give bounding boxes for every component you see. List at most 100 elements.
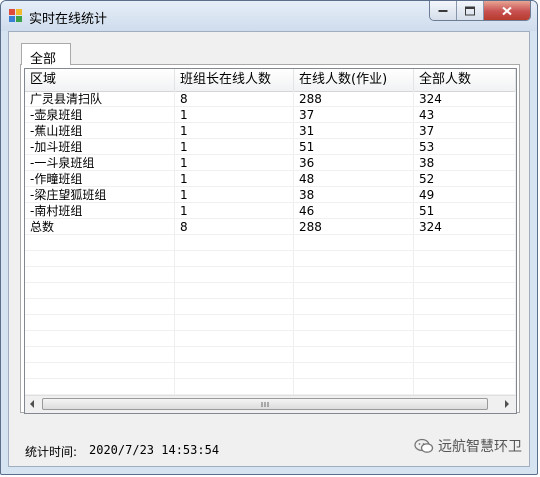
table-row[interactable]: -加斗班组 1 51 53: [25, 139, 516, 155]
column-header-online-working[interactable]: 在线人数(作业): [294, 69, 414, 91]
table-cell: 1: [175, 107, 294, 123]
empty-row: [25, 379, 516, 395]
table-cell: [414, 379, 516, 395]
table-row[interactable]: -南村班组 1 46 51: [25, 203, 516, 219]
table-cell: [414, 235, 516, 251]
stat-time-label: 统计时间:: [25, 445, 78, 459]
table-row[interactable]: -作疃班组 1 48 52: [25, 171, 516, 187]
column-header-region[interactable]: 区域: [25, 69, 175, 91]
table-cell: 1: [175, 155, 294, 171]
empty-row: [25, 235, 516, 251]
empty-row: [25, 331, 516, 347]
table-cell: 324: [414, 91, 516, 107]
table-cell: 1: [175, 171, 294, 187]
table-cell: 51: [414, 203, 516, 219]
table-row[interactable]: -梁庄望狐班组 1 38 49: [25, 187, 516, 203]
table-cell: [294, 283, 414, 299]
chevron-left-icon: [30, 400, 34, 408]
table-cell: [175, 379, 294, 395]
scroll-thumb[interactable]: [42, 398, 488, 410]
table-cell: [414, 299, 516, 315]
minimize-button[interactable]: [430, 1, 457, 20]
table-cell: -南村班组: [25, 203, 175, 219]
table-cell: [414, 347, 516, 363]
table-cell: 广灵县清扫队: [25, 91, 175, 107]
column-header-total[interactable]: 全部人数: [414, 69, 516, 91]
scroll-left-button[interactable]: [25, 396, 42, 413]
table-cell: 1: [175, 139, 294, 155]
table-cell: 8: [175, 219, 294, 235]
maximize-button[interactable]: [457, 1, 484, 20]
chevron-right-icon: [505, 400, 509, 408]
table-row[interactable]: -蕉山班组 1 31 37: [25, 123, 516, 139]
table-cell: 38: [294, 187, 414, 203]
tab-all[interactable]: 全部: [21, 43, 71, 67]
table-cell: [25, 283, 175, 299]
table-cell: [294, 315, 414, 331]
horizontal-scrollbar[interactable]: [25, 395, 516, 413]
table-cell: [25, 331, 175, 347]
window-title: 实时在线统计: [29, 12, 108, 27]
empty-row: [25, 283, 516, 299]
stats-grid: 区域 班组长在线人数 在线人数(作业) 全部人数 广灵县清扫队 8 288 324 -壶…: [24, 68, 517, 414]
table-cell: [414, 363, 516, 379]
table-cell: 46: [294, 203, 414, 219]
maximize-icon: [465, 6, 475, 15]
minimize-icon: [438, 9, 448, 12]
table-cell: [294, 267, 414, 283]
grid-body: 广灵县清扫队 8 288 324 -壶泉班组 1 37 43 -蕉山班组 1 31 37 -加斗班组 1 5…: [25, 91, 516, 401]
column-header-leader-online[interactable]: 班组长在线人数: [175, 69, 294, 91]
scroll-right-button[interactable]: [499, 396, 516, 413]
table-cell: 8: [175, 91, 294, 107]
table-cell: -一斗泉班组: [25, 155, 175, 171]
client-area: 全部 区域 班组长在线人数 在线人数(作业) 全部人数 广灵县清扫队 8 288 32…: [8, 31, 530, 467]
table-cell: -蕉山班组: [25, 123, 175, 139]
table-cell: [294, 331, 414, 347]
table-cell: [175, 283, 294, 299]
table-cell: 37: [414, 123, 516, 139]
table-cell: [414, 267, 516, 283]
table-cell: 37: [294, 107, 414, 123]
app-icon: [9, 9, 23, 22]
table-cell: 43: [414, 107, 516, 123]
table-cell: [25, 315, 175, 331]
table-cell: [175, 363, 294, 379]
main-window: 实时在线统计 全部 区域 班组长在线人数 在线人数(作业) 全部人数 广灵县清扫…: [0, 0, 538, 475]
table-cell: [25, 347, 175, 363]
table-cell: [25, 299, 175, 315]
table-cell: 52: [414, 171, 516, 187]
table-cell: [25, 251, 175, 267]
grid-header: 区域 班组长在线人数 在线人数(作业) 全部人数: [25, 69, 516, 92]
table-cell: 324: [414, 219, 516, 235]
table-row[interactable]: -一斗泉班组 1 36 38: [25, 155, 516, 171]
table-cell: [175, 347, 294, 363]
empty-row: [25, 251, 516, 267]
table-cell: [294, 379, 414, 395]
table-row[interactable]: 广灵县清扫队 8 288 324: [25, 91, 516, 107]
empty-row: [25, 267, 516, 283]
table-row[interactable]: 总数 8 288 324: [25, 219, 516, 235]
table-cell: [175, 315, 294, 331]
empty-row: [25, 363, 516, 379]
table-cell: [175, 235, 294, 251]
stat-time-value: 2020/7/23 14:53:54: [89, 443, 220, 457]
table-cell: [25, 379, 175, 395]
table-cell: -加斗班组: [25, 139, 175, 155]
table-cell: [294, 299, 414, 315]
table-row[interactable]: -壶泉班组 1 37 43: [25, 107, 516, 123]
watermark-text: 远航智慧环卫: [438, 439, 522, 455]
tab-panel: 区域 班组长在线人数 在线人数(作业) 全部人数 广灵县清扫队 8 288 324 -壶…: [20, 64, 520, 414]
table-cell: [414, 315, 516, 331]
close-button[interactable]: [484, 1, 530, 20]
table-cell: 288: [294, 91, 414, 107]
table-cell: -作疃班组: [25, 171, 175, 187]
table-cell: 总数: [25, 219, 175, 235]
table-cell: [294, 363, 414, 379]
table-cell: 49: [414, 187, 516, 203]
table-cell: [294, 235, 414, 251]
title-bar[interactable]: 实时在线统计: [1, 1, 537, 31]
table-cell: 48: [294, 171, 414, 187]
table-cell: [414, 251, 516, 267]
table-cell: [175, 251, 294, 267]
table-cell: [25, 267, 175, 283]
